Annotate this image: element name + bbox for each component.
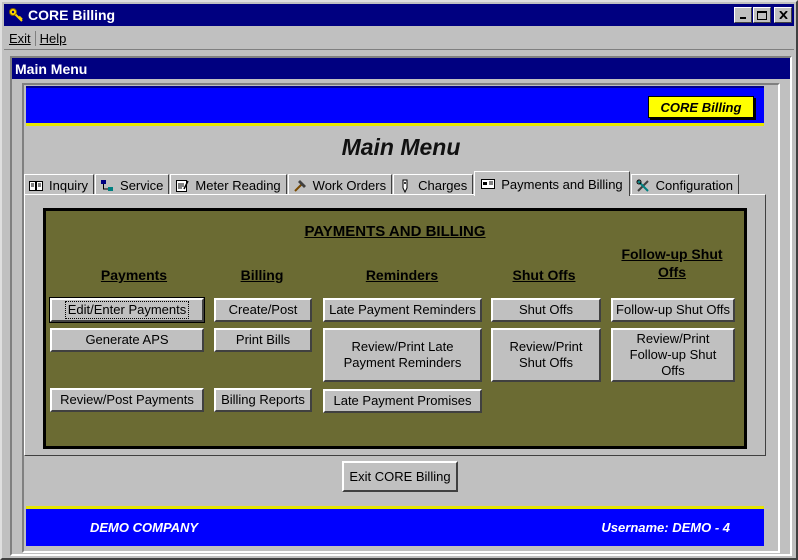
create-post-button[interactable]: Create/Post [214, 298, 312, 322]
tab-service[interactable]: Service [95, 174, 170, 196]
payments-billing-panel: PAYMENTS AND BILLING Payments Billing Re… [43, 208, 747, 449]
tab-payments-and-billing[interactable]: Payments and Billing [474, 171, 630, 196]
column-header-follow-up-shut-offs: Follow-up Shut Offs [621, 246, 723, 280]
tab-inquiry[interactable]: Inquiry [24, 174, 95, 196]
review-post-payments-button[interactable]: Review/Post Payments [50, 388, 204, 412]
edit-enter-payments-button[interactable]: Edit/Enter Payments [49, 297, 205, 323]
status-bar: DEMO COMPANY Username: DEMO - 4 [26, 506, 764, 546]
print-bills-button[interactable]: Print Bills [214, 328, 312, 352]
tab-strip: Inquiry Service Meter Reading Work Order… [24, 171, 740, 196]
username-label: Username: DEMO - 4 [601, 520, 730, 535]
app-window: CORE Billing Exit Help Main Menu CORE Bi… [0, 0, 798, 560]
close-icon [778, 11, 788, 19]
tab-configuration[interactable]: Configuration [630, 174, 739, 196]
late-payment-reminders-button[interactable]: Late Payment Reminders [323, 298, 482, 322]
column-header-reminders: Reminders [365, 267, 439, 283]
card-icon [481, 177, 496, 191]
close-button[interactable] [774, 7, 792, 23]
menu-exit[interactable]: Exit [4, 31, 36, 46]
tab-work-orders[interactable]: Work Orders [287, 174, 393, 196]
column-header-shut-offs: Shut Offs [512, 267, 576, 283]
network-icon [100, 179, 114, 193]
key-icon [7, 6, 25, 24]
minimize-button[interactable] [734, 7, 752, 23]
exit-core-billing-button[interactable]: Exit CORE Billing [342, 461, 458, 492]
tools-icon [636, 179, 650, 193]
follow-up-shut-offs-button[interactable]: Follow-up Shut Offs [611, 298, 735, 322]
company-name: DEMO COMPANY [90, 520, 199, 535]
title-bar[interactable]: CORE Billing [4, 4, 794, 26]
tab-charges[interactable]: Charges [393, 174, 474, 196]
minimize-icon [740, 17, 746, 19]
payments-billing-tab-page: PAYMENTS AND BILLING Payments Billing Re… [24, 194, 766, 456]
generate-aps-button[interactable]: Generate APS [50, 328, 204, 352]
section-title: PAYMENTS AND BILLING [304, 223, 486, 240]
late-payment-promises-button[interactable]: Late Payment Promises [323, 389, 482, 413]
tag-icon [398, 179, 412, 193]
review-print-late-payment-reminders-button[interactable]: Review/Print Late Payment Reminders [323, 328, 482, 382]
maximize-button[interactable] [753, 7, 771, 23]
header-banner: CORE Billing [26, 86, 764, 126]
window-title: CORE Billing [28, 7, 116, 23]
menu-help[interactable]: Help [36, 31, 71, 46]
maximize-icon [757, 10, 767, 20]
shut-offs-button[interactable]: Shut Offs [491, 298, 601, 322]
tab-meter-reading[interactable]: Meter Reading [170, 174, 287, 196]
hammer-icon [293, 179, 307, 193]
book-icon [29, 179, 43, 193]
review-print-follow-up-shut-offs-button[interactable]: Review/Print Follow-up Shut Offs [611, 328, 735, 382]
core-billing-badge: CORE Billing [648, 96, 754, 118]
notepad-icon [175, 179, 190, 193]
menu-bar: Exit Help [4, 28, 794, 50]
page-title: Main Menu [341, 134, 461, 160]
column-header-payments: Payments [100, 267, 168, 283]
review-print-shut-offs-button[interactable]: Review/Print Shut Offs [491, 328, 601, 382]
billing-reports-button[interactable]: Billing Reports [214, 388, 312, 412]
main-menu-window: Main Menu CORE Billing Main Menu Inquiry… [10, 56, 792, 556]
child-window-title: Main Menu [12, 58, 790, 79]
column-header-billing: Billing [240, 267, 284, 283]
